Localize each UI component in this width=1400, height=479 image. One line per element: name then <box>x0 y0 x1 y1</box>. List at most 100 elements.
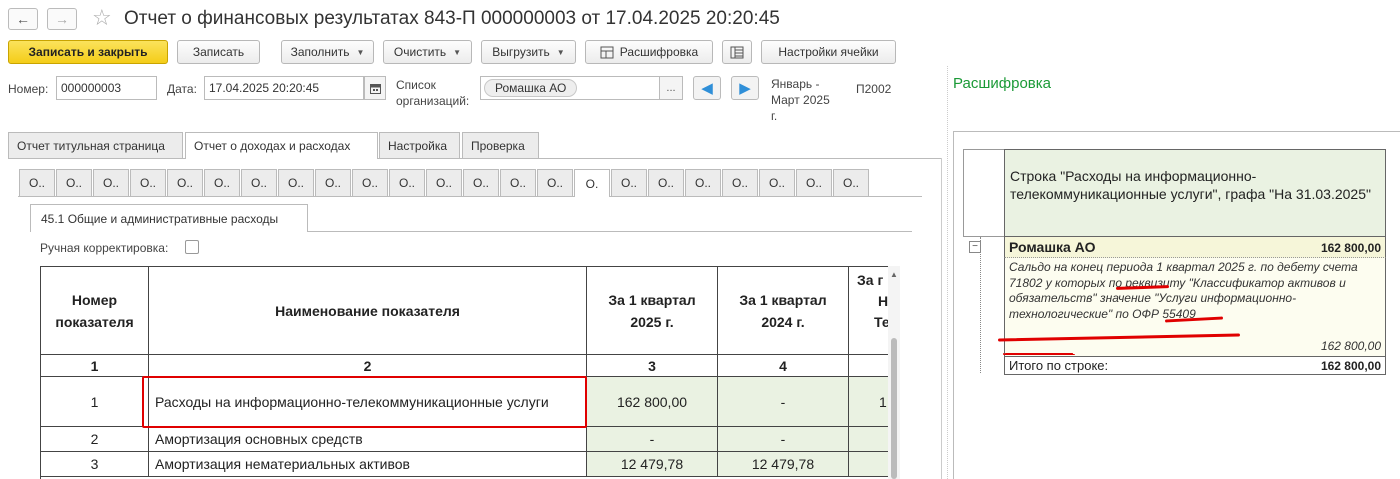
sheet-tab-10[interactable]: O.. <box>352 169 388 196</box>
section-tab[interactable]: 45.1 Общие и административные расходы <box>30 204 308 232</box>
tab-panel-border <box>8 158 942 159</box>
row3-q1-2025[interactable]: 12 479,78 <box>587 452 718 477</box>
calendar-button[interactable] <box>364 76 386 100</box>
row3-extra[interactable] <box>849 452 888 477</box>
decoding-tree-gutter <box>963 149 1005 237</box>
decoding-total-row: Итого по строке: 162 800,00 <box>1004 356 1386 375</box>
header-q1-2024: За 1 квартал 2024 г. <box>718 267 849 355</box>
header-q1-2025: За 1 квартал 2025 г. <box>587 267 718 355</box>
clear-button[interactable]: Очистить ▼ <box>383 40 472 64</box>
col-number-3: 3 <box>587 355 718 377</box>
sheet-tab-2[interactable]: O.. <box>56 169 92 196</box>
arrow-right-icon: → <box>55 11 69 27</box>
date-label: Дата: <box>167 82 197 96</box>
sheet-tab-5[interactable]: O.. <box>167 169 203 196</box>
decoding-detail-row[interactable]: Сальдо на конец периода 1 квартал 2025 г… <box>1004 258 1386 356</box>
date-field[interactable]: 17.04.2025 20:20:45 <box>204 76 364 100</box>
row3-num: 3 <box>41 452 149 477</box>
save-and-close-button[interactable]: Записать и закрыть <box>8 40 168 64</box>
header-name: Наименование показателя <box>149 267 587 355</box>
export-button[interactable]: Выгрузить ▼ <box>481 40 576 64</box>
manual-correction-label: Ручная корректировка: <box>40 241 169 255</box>
sheet-panel-border <box>18 196 922 197</box>
tab-panel-right-border <box>941 158 942 479</box>
sheet-icon-button[interactable] <box>722 40 752 64</box>
report-table: Номер показателя Наименование показателя… <box>40 266 888 479</box>
number-label: Номер: <box>8 82 49 96</box>
table-scrollbar[interactable]: ▲ <box>888 266 900 479</box>
cell-settings-button[interactable]: Настройки ячейки <box>761 40 896 64</box>
decoding-total-label: Итого по строке: <box>1009 358 1109 373</box>
row3-q1-2024[interactable]: 12 479,78 <box>718 452 849 477</box>
header-extra: За г Н Те г <box>849 267 888 355</box>
row2-q1-2025[interactable]: - <box>587 427 718 452</box>
sheet-tab-23[interactable]: O.. <box>833 169 869 196</box>
col-number-1: 1 <box>41 355 149 377</box>
row2-extra[interactable] <box>849 427 888 452</box>
decode-icon <box>600 46 614 58</box>
star-icon[interactable]: ☆ <box>92 5 112 31</box>
tab-settings[interactable]: Настройка <box>379 132 460 158</box>
sheet-tab-22[interactable]: O.. <box>796 169 832 196</box>
decode-button[interactable]: Расшифровка <box>585 40 713 64</box>
number-field[interactable]: 000000003 <box>56 76 157 100</box>
sheet-tab-1[interactable]: O.. <box>19 169 55 196</box>
calendar-icon <box>369 83 381 94</box>
tab-check[interactable]: Проверка <box>462 132 539 158</box>
row1-q1-2024[interactable]: - <box>718 377 849 427</box>
tree-collapse-icon[interactable]: − <box>969 241 981 253</box>
decoding-header: Строка "Расходы на информационно-телеком… <box>1004 149 1386 237</box>
period-next-button[interactable]: ▶ <box>731 76 759 100</box>
sheet-tab-12[interactable]: O.. <box>426 169 462 196</box>
sheet-tab-14[interactable]: O.. <box>500 169 536 196</box>
save-button[interactable]: Записать <box>177 40 260 64</box>
sheet-tab-17[interactable]: O.. <box>611 169 647 196</box>
forward-button[interactable]: → <box>47 8 77 30</box>
sheet-tab-11[interactable]: O.. <box>389 169 425 196</box>
sheet-tab-20[interactable]: O.. <box>722 169 758 196</box>
sheet-tab-15[interactable]: O.. <box>537 169 573 196</box>
manual-correction-checkbox[interactable] <box>185 240 199 254</box>
dropdown-caret-icon: ▼ <box>556 47 565 57</box>
decoding-org-sum: 162 800,00 <box>1320 241 1381 255</box>
row2-q1-2024[interactable]: - <box>718 427 849 452</box>
row2-name: Амортизация основных средств <box>149 427 587 452</box>
sheet-tab-7[interactable]: O.. <box>241 169 277 196</box>
sheet-tab-18[interactable]: O.. <box>648 169 684 196</box>
arrow-left-icon: ◀ <box>701 80 713 97</box>
decoding-description: Сальдо на конец периода 1 квартал 2025 г… <box>1009 260 1358 321</box>
row1-q1-2025[interactable]: 162 800,00 <box>587 377 718 427</box>
sheet-tab-21[interactable]: O.. <box>759 169 795 196</box>
decoding-org-name: Ромашка АО <box>1009 239 1096 255</box>
period-line3: г. <box>771 109 778 123</box>
tab-title-page[interactable]: Отчет титульная страница <box>8 132 183 158</box>
row1-extra[interactable]: 1 <box>849 377 888 427</box>
org-tag[interactable]: Ромашка АО <box>484 79 578 97</box>
highlight-row1-name <box>142 376 587 428</box>
sheet-tab-6[interactable]: O.. <box>204 169 240 196</box>
decoding-org-row[interactable]: Ромашка АО 162 800,00 <box>1004 237 1386 258</box>
sheet-tab-19[interactable]: O.. <box>685 169 721 196</box>
dropdown-caret-icon: ▼ <box>453 47 462 57</box>
tab-income-expenses[interactable]: Отчет о доходах и расходах <box>185 132 378 159</box>
period-line1: Январь - <box>771 77 820 91</box>
sheet-tab-16[interactable]: O. <box>574 169 610 197</box>
sheet-tab-13[interactable]: O.. <box>463 169 499 196</box>
sheet-tab-3[interactable]: O.. <box>93 169 129 196</box>
period-line2: Март 2025 <box>771 93 830 107</box>
scroll-up-icon[interactable]: ▲ <box>890 270 898 279</box>
back-button[interactable]: ← <box>8 8 38 30</box>
sheet-tab-8[interactable]: O.. <box>278 169 314 196</box>
panel-splitter[interactable] <box>947 66 948 479</box>
period-prev-button[interactable]: ◀ <box>693 76 721 100</box>
tree-line <box>980 237 981 373</box>
col-number-4: 4 <box>718 355 849 377</box>
org-select-button[interactable]: ... <box>659 76 683 100</box>
scroll-thumb[interactable] <box>891 338 897 479</box>
fill-button[interactable]: Заполнить ▼ <box>281 40 374 64</box>
sheet-tab-9[interactable]: O.. <box>315 169 351 196</box>
dropdown-caret-icon: ▼ <box>356 47 365 57</box>
sheet-tab-4[interactable]: O.. <box>130 169 166 196</box>
col-number-2: 2 <box>149 355 587 377</box>
sheet-icon <box>730 46 744 58</box>
